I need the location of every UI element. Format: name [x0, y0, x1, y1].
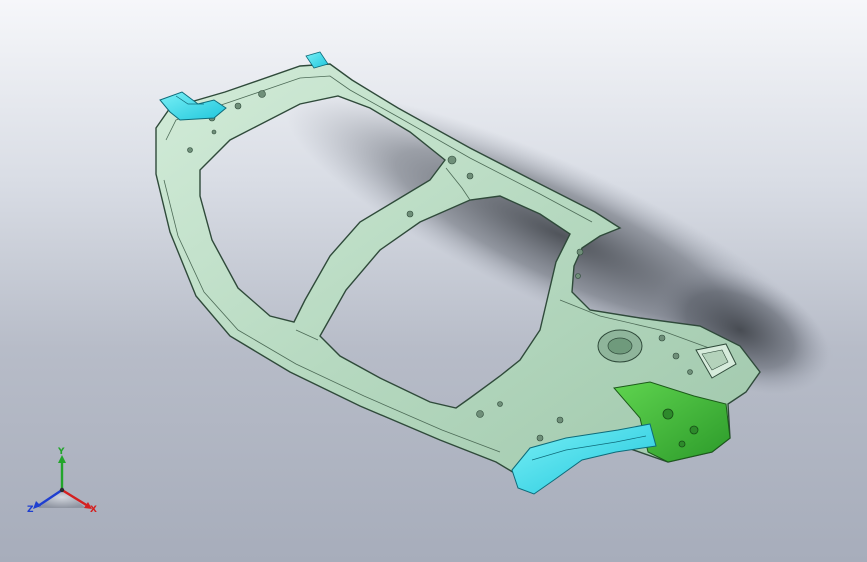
coordinate-triad: Y X Z — [24, 448, 104, 520]
triad-y-label: Y — [58, 447, 65, 457]
cad-model-view[interactable] — [0, 0, 867, 562]
triad-x-label: X — [90, 505, 97, 515]
triad-z-label: Z — [27, 505, 34, 515]
graphics-viewport[interactable]: Y X Z — [0, 0, 867, 562]
